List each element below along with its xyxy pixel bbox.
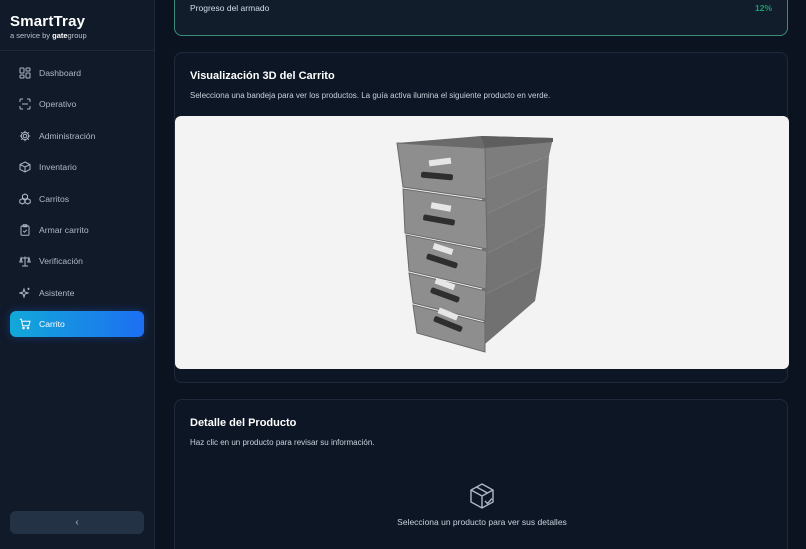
sidebar-item-dashboard[interactable]: Dashboard — [10, 60, 144, 86]
sidebar-item-label: Asistente — [39, 287, 75, 298]
sidebar-item-label: Administración — [39, 130, 96, 141]
product-detail-card: Detalle del Producto Haz clic en un prod… — [174, 399, 788, 549]
sidebar-item-armar-carrito[interactable]: Armar carrito — [10, 217, 144, 243]
sidebar-item-asistente[interactable]: Asistente — [10, 280, 144, 306]
sidebar-item-carrito[interactable]: Carrito — [10, 311, 144, 338]
empty-state-text: Selecciona un producto para ver sus deta… — [397, 517, 567, 527]
brand-tagline: a service by gategroup — [10, 31, 87, 40]
3d-cart-viewer[interactable] — [175, 116, 789, 369]
brand-name: SmartTray — [10, 13, 86, 30]
cart-icon — [19, 318, 31, 330]
progress-value: 12% — [754, 3, 772, 13]
brand-tagline-company-bold: gate — [52, 31, 68, 40]
sidebar-item-label: Verificación — [39, 256, 83, 267]
sidebar-item-label: Operativo — [39, 99, 77, 110]
sidebar-item-administracion[interactable]: Administración — [10, 123, 144, 149]
sidebar-nav: Dashboard Operativo Administración Inven… — [10, 60, 144, 343]
boxes-icon — [19, 192, 31, 205]
collapse-sidebar-button[interactable]: ‹ — [10, 511, 144, 534]
sidebar-item-label: Inventario — [39, 162, 77, 173]
cart-3d-model — [396, 136, 553, 353]
section-title: Detalle del Producto — [190, 417, 297, 429]
sidebar-item-label: Carrito — [39, 319, 65, 330]
sidebar-item-label: Dashboard — [39, 68, 82, 78]
brand-logo[interactable]: SmartTray a service by gategroup — [10, 13, 87, 40]
sidebar-item-carritos[interactable]: Carritos — [10, 186, 144, 212]
chevron-left-icon: ‹ — [75, 517, 79, 528]
section-description: Selecciona una bandeja para ver los prod… — [190, 91, 551, 100]
app-window: SmartTray a service by gategroup Dashboa… — [0, 0, 806, 549]
sidebar-item-operativo[interactable]: Operativo — [10, 91, 144, 117]
box-icon — [19, 161, 31, 173]
clipboard-icon — [20, 224, 30, 236]
sparkle-icon — [19, 287, 30, 299]
sidebar-divider — [0, 50, 155, 51]
scale-icon — [19, 256, 31, 267]
sidebar-item-label: Armar carrito — [39, 224, 89, 235]
section-description: Haz clic en un producto para revisar su … — [190, 438, 375, 447]
section-title: Visualización 3D del Carrito — [190, 70, 335, 82]
sidebar-item-label: Carritos — [39, 193, 70, 204]
scan-icon — [19, 98, 31, 110]
sidebar-item-inventario[interactable]: Inventario — [10, 154, 144, 180]
progress-card: Progreso del armado 12% — [174, 0, 788, 36]
main-content: Progreso del armado 12% Visualización 3D… — [156, 0, 806, 549]
dashboard-icon — [19, 67, 31, 79]
gear-icon — [19, 130, 31, 141]
sidebar-item-verificacion[interactable]: Verificación — [10, 248, 144, 274]
cart-3d-visualization-card: Visualización 3D del Carrito Selecciona … — [174, 52, 789, 383]
progress-label: Progreso del armado — [190, 3, 270, 13]
package-check-icon — [470, 483, 494, 509]
sidebar: SmartTray a service by gategroup Dashboa… — [0, 0, 155, 549]
brand-tagline-company-rest: group — [67, 31, 87, 40]
brand-tagline-prefix: a service by — [10, 31, 53, 40]
